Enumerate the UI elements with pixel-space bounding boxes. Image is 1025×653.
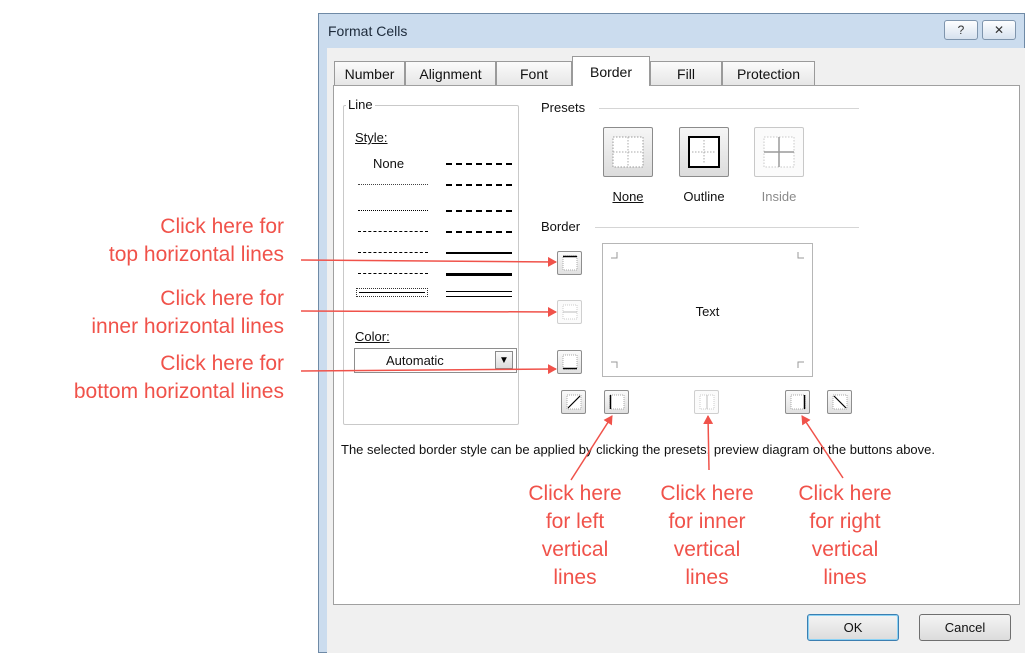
annotation-bottom-horizontal: Click here for bottom horizontal lines (73, 352, 284, 403)
tab-border[interactable]: Border (572, 56, 650, 86)
annotation-inner-horizontal: Click here for inner horizontal lines (91, 287, 284, 338)
annotation-top-horizontal: Click here for top horizontal lines (108, 215, 284, 266)
annotation-right-vertical: Click here for right vertical lines (798, 482, 892, 589)
annotation-inner-vertical: Click here for inner vertical lines (660, 482, 754, 589)
annotation-left-vertical: Click here for left vertical lines (528, 482, 622, 589)
